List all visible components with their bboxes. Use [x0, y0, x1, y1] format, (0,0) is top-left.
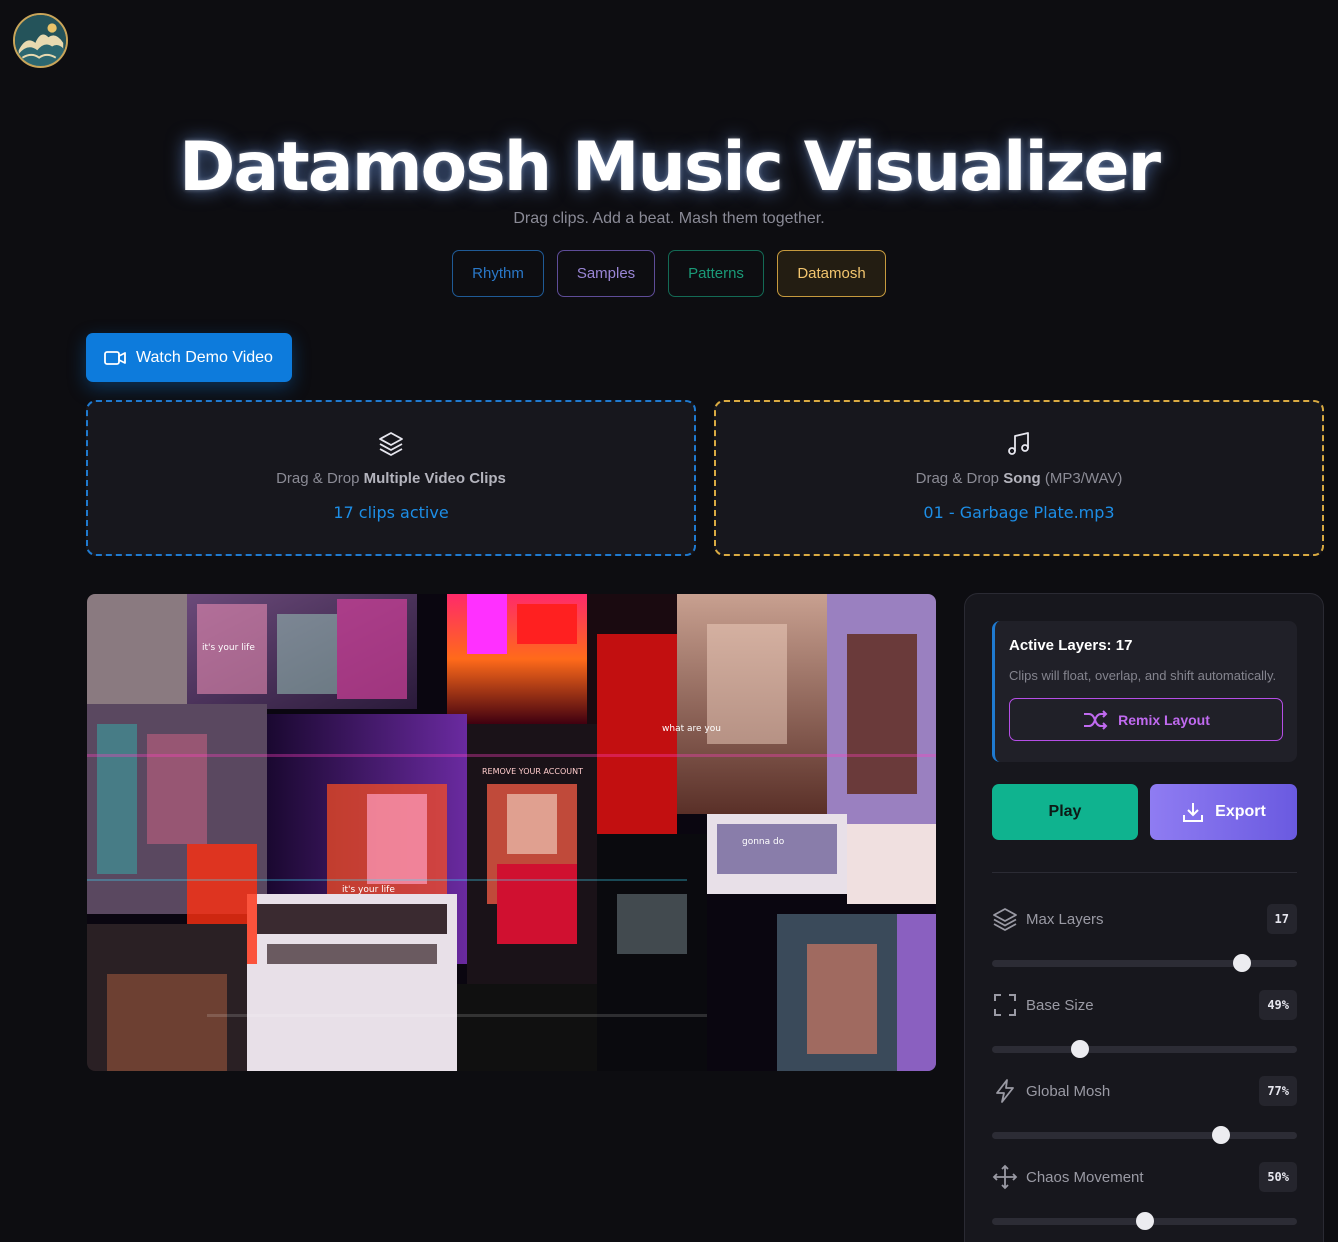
visualizer-canvas[interactable]: it's your life what are you gonna do REM… — [87, 594, 936, 1071]
app-logo[interactable] — [13, 13, 68, 68]
active-layers-description: Clips will float, overlap, and shift aut… — [1009, 668, 1277, 683]
base-size-label: Base Size — [1026, 996, 1094, 1014]
chaos-movement-control: Chaos Movement 50% — [992, 1162, 1297, 1230]
download-icon — [1183, 803, 1204, 822]
play-button[interactable]: Play — [992, 784, 1138, 840]
slider-thumb[interactable] — [1233, 954, 1252, 972]
global-mosh-label: Global Mosh — [1026, 1082, 1111, 1100]
remix-layout-button[interactable]: Remix Layout — [1009, 698, 1283, 741]
move-arrows-icon — [992, 1164, 1018, 1190]
active-layers-title: Active Layers: 17 — [1009, 637, 1133, 654]
tab-rhythm[interactable]: Rhythm — [452, 250, 544, 297]
page-title: Datamosh Music Visualizer — [178, 128, 1161, 207]
layers-icon — [379, 432, 403, 456]
watch-demo-button[interactable]: Watch Demo Video — [86, 333, 292, 382]
caption-text: it's your life — [202, 643, 255, 653]
page-subtitle: Drag clips. Add a beat. Mash them togeth… — [513, 210, 825, 227]
max-layers-label: Max Layers — [1026, 910, 1104, 928]
global-mosh-value: 77% — [1259, 1076, 1297, 1106]
max-layers-value: 17 — [1266, 904, 1297, 934]
tab-patterns[interactable]: Patterns — [668, 250, 764, 297]
global-mosh-control: Global Mosh 77% — [992, 1076, 1297, 1144]
max-layers-control: Max Layers 17 — [992, 904, 1297, 972]
shuffle-icon — [1084, 709, 1108, 730]
maximize-icon — [994, 994, 1016, 1016]
remix-layout-label: Remix Layout — [1118, 711, 1210, 728]
datamosh-collage-image: it's your life what are you gonna do REM… — [87, 594, 936, 1071]
chaos-movement-label: Chaos Movement — [1026, 1168, 1144, 1186]
global-mosh-slider[interactable] — [992, 1126, 1297, 1144]
chaos-movement-value: 50% — [1259, 1162, 1297, 1192]
video-drop-instructions: Drag & Drop Multiple Video Clips — [276, 470, 506, 487]
clips-active-status: 17 clips active — [333, 503, 449, 522]
base-size-slider[interactable] — [992, 1040, 1297, 1058]
caption-text: gonna do — [742, 837, 785, 847]
wave-logo-icon — [15, 15, 66, 66]
layers-icon — [993, 908, 1017, 932]
slider-thumb[interactable] — [1135, 1212, 1154, 1230]
audio-drop-instructions: Drag & Drop Song (MP3/WAV) — [915, 470, 1123, 487]
lightning-icon — [996, 1079, 1014, 1103]
chaos-movement-slider[interactable] — [992, 1212, 1297, 1230]
control-panel: Active Layers: 17 Clips will float, over… — [964, 593, 1324, 1242]
nav-tabs: Rhythm Samples Patterns Datamosh — [0, 250, 1338, 297]
music-note-icon — [1008, 432, 1029, 455]
base-size-control: Base Size 49% — [992, 990, 1297, 1058]
watch-demo-label: Watch Demo Video — [136, 348, 273, 366]
slider-thumb[interactable] — [1211, 1126, 1230, 1144]
audio-drop-zone[interactable]: Drag & Drop Song (MP3/WAV) 01 - Garbage … — [714, 400, 1324, 556]
base-size-value: 49% — [1259, 990, 1297, 1020]
panel-divider — [992, 872, 1297, 873]
song-filename: 01 - Garbage Plate.mp3 — [923, 503, 1115, 522]
slider-thumb[interactable] — [1071, 1040, 1090, 1058]
export-label: Export — [1215, 803, 1266, 820]
caption-text: REMOVE YOUR ACCOUNT — [482, 767, 583, 776]
video-camera-icon — [104, 350, 126, 365]
caption-text: what are you — [662, 724, 721, 734]
video-drop-zone[interactable]: Drag & Drop Multiple Video Clips 17 clip… — [86, 400, 696, 556]
max-layers-slider[interactable] — [992, 954, 1297, 972]
export-button[interactable]: Export — [1150, 784, 1297, 840]
tab-datamosh[interactable]: Datamosh — [777, 250, 886, 297]
caption-text: it's your life — [342, 885, 395, 895]
active-layers-card: Active Layers: 17 Clips will float, over… — [992, 621, 1297, 762]
tab-samples[interactable]: Samples — [557, 250, 655, 297]
